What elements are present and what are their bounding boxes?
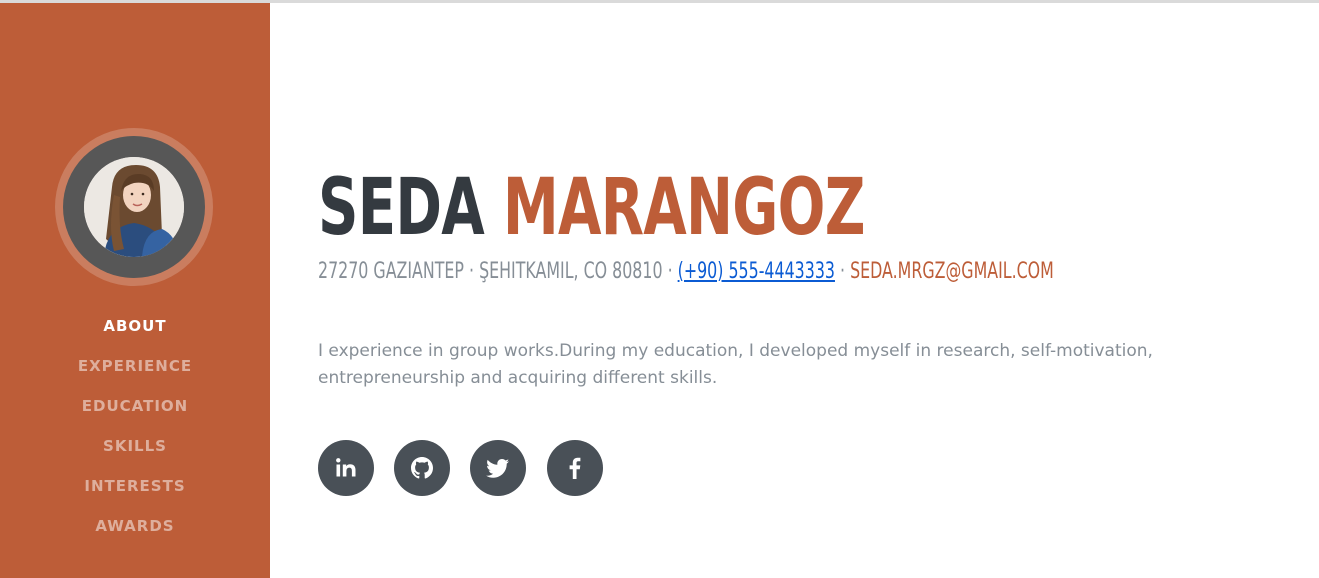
address-text: 27270 Gaziantep · Şehitkamil, CO 80810 ·	[318, 259, 678, 284]
phone-link[interactable]: (+90) 555-4443333	[678, 259, 835, 284]
nav-item-interests: Interests	[0, 466, 270, 506]
first-name: Seda	[318, 163, 485, 253]
contact-line: 27270 Gaziantep · Şehitkamil, CO 80810 ·…	[318, 258, 1054, 286]
avatar-ring	[63, 136, 205, 278]
email-link[interactable]: seda.mrgz@gmail.com	[850, 259, 1054, 284]
nav-item-awards: Awards	[0, 506, 270, 546]
github-icon	[411, 457, 433, 479]
nav-link-skills[interactable]: Skills	[103, 437, 167, 455]
linkedin-button[interactable]	[318, 440, 374, 496]
contact-separator: ·	[834, 259, 851, 284]
linkedin-icon	[336, 458, 356, 477]
nav-link-education[interactable]: Education	[82, 397, 188, 415]
nav-item-about: About	[0, 306, 270, 346]
nav-item-education: Education	[0, 386, 270, 426]
nav-link-interests[interactable]: Interests	[84, 477, 185, 495]
profile-name: Seda Marangoz	[318, 158, 865, 258]
bio-text: I experience in group works.During my ed…	[318, 341, 1153, 388]
nav-link-about[interactable]: About	[103, 317, 166, 335]
nav-item-skills: Skills	[0, 426, 270, 466]
sidebar: About Experience Education Skills Intere…	[0, 3, 270, 578]
facebook-button[interactable]	[547, 440, 603, 496]
sidebar-nav: About Experience Education Skills Intere…	[0, 306, 270, 546]
github-button[interactable]	[394, 440, 450, 496]
nav-item-experience: Experience	[0, 346, 270, 386]
avatar-photo	[84, 157, 184, 257]
avatar-image	[84, 157, 184, 257]
nav-link-awards[interactable]: Awards	[95, 517, 174, 535]
last-name: Marangoz	[502, 163, 866, 253]
profile-avatar	[55, 128, 213, 286]
twitter-button[interactable]	[470, 440, 526, 496]
twitter-icon	[486, 459, 509, 478]
nav-link-experience[interactable]: Experience	[78, 357, 192, 375]
facebook-icon	[569, 457, 581, 479]
